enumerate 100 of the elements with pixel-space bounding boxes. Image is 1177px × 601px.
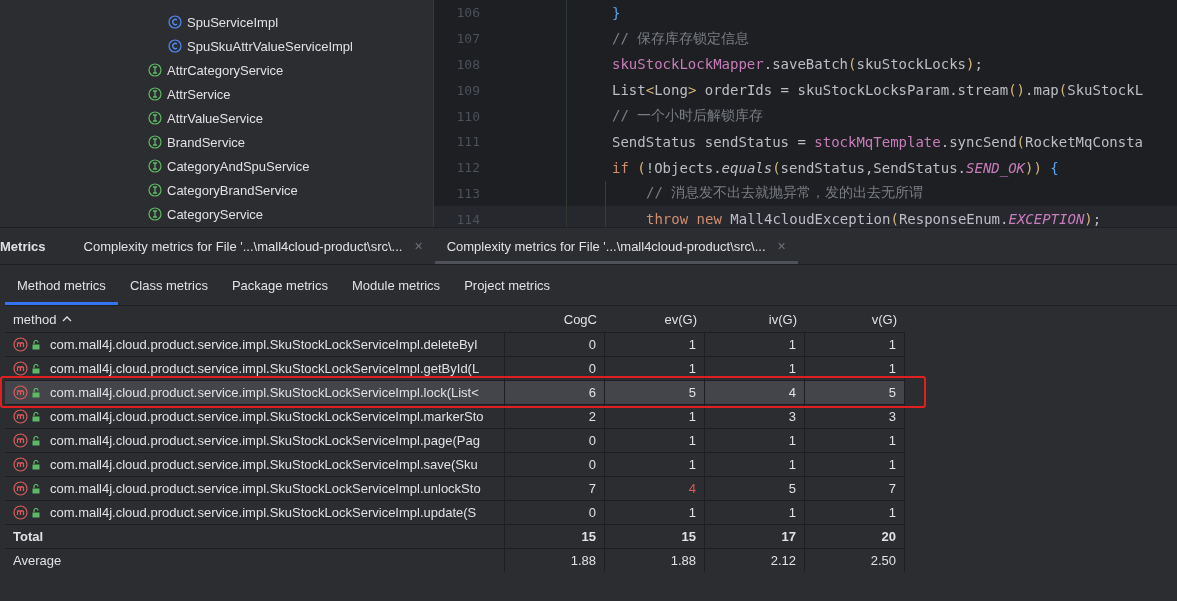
metric-cell: 0 xyxy=(505,428,605,452)
public-access-icon xyxy=(32,387,40,398)
code-line: } xyxy=(611,4,621,21)
metric-cell: 5 xyxy=(805,380,905,404)
metric-cell: 0 xyxy=(505,500,605,524)
code-line: SendStatus sendStatus = stockMqTemplate.syncSend(RocketMqConsta xyxy=(611,133,1144,150)
interface-icon xyxy=(148,183,162,197)
public-access-icon xyxy=(32,363,40,374)
metric-cell: 4 xyxy=(605,476,705,500)
metrics-subtab[interactable]: Module metrics xyxy=(340,265,453,305)
public-access-icon xyxy=(32,411,40,422)
code-line: // 一个小时后解锁库存 xyxy=(611,107,764,126)
code-line: // 保存库存锁定信息 xyxy=(611,29,750,48)
metrics-subtab[interactable]: Project metrics xyxy=(452,265,563,305)
method-icon xyxy=(13,409,28,424)
method-icon xyxy=(13,433,28,448)
method-name: com.mall4j.cloud.product.service.impl.SkuStockLockServiceImpl.update(S xyxy=(50,505,477,520)
summary-cell: 20 xyxy=(805,524,905,548)
summary-cell: 17 xyxy=(705,524,805,548)
method-cell[interactable]: com.mall4j.cloud.product.service.impl.SkuStockLockServiceImpl.page(Pag xyxy=(5,428,505,452)
method-cell[interactable]: com.mall4j.cloud.product.service.impl.SkuStockLockServiceImpl.update(S xyxy=(5,500,505,524)
interface-icon xyxy=(148,87,162,101)
metric-cell: 1 xyxy=(605,332,705,356)
method-cell[interactable]: com.mall4j.cloud.product.service.impl.SkuStockLockServiceImpl.lock(List< xyxy=(5,380,505,404)
method-name: com.mall4j.cloud.product.service.impl.SkuStockLockServiceImpl.lock(List< xyxy=(50,385,479,400)
metric-cell: 1 xyxy=(605,404,705,428)
metric-cell: 0 xyxy=(505,452,605,476)
summary-cell: 2.50 xyxy=(805,548,905,572)
method-name: com.mall4j.cloud.product.service.impl.SkuStockLockServiceImpl.page(Pag xyxy=(50,433,480,448)
metric-cell: 0 xyxy=(505,356,605,380)
summary-cell: 2.12 xyxy=(705,548,805,572)
method-cell[interactable]: com.mall4j.cloud.product.service.impl.SkuStockLockServiceImpl.getById(L xyxy=(5,356,505,380)
method-icon xyxy=(13,457,28,472)
tree-item[interactable]: SpuSkuAttrValueServiceImpl xyxy=(0,34,433,58)
method-name: com.mall4j.cloud.product.service.impl.SkuStockLockServiceImpl.markerSto xyxy=(50,409,484,424)
tree-item[interactable]: AttrCategoryService xyxy=(0,58,433,82)
public-access-icon xyxy=(32,483,40,494)
method-icon xyxy=(13,337,28,352)
method-cell[interactable]: com.mall4j.cloud.product.service.impl.SkuStockLockServiceImpl.save(Sku xyxy=(5,452,505,476)
metric-cell: 1 xyxy=(805,428,905,452)
metric-cell: 1 xyxy=(705,356,805,380)
metric-cell: 1 xyxy=(805,452,905,476)
metric-cell: 0 xyxy=(505,332,605,356)
metrics-subtab[interactable]: Class metrics xyxy=(117,265,220,305)
interface-icon xyxy=(148,63,162,77)
metric-cell: 5 xyxy=(705,476,805,500)
public-access-icon xyxy=(32,339,40,350)
method-name: com.mall4j.cloud.product.service.impl.SkuStockLockServiceImpl.getById(L xyxy=(50,361,480,376)
tree-item[interactable]: CategoryAndSpuService xyxy=(0,154,433,178)
column-header[interactable]: ev(G) xyxy=(605,306,705,332)
column-header[interactable]: iv(G) xyxy=(705,306,805,332)
metrics-tab[interactable]: Complexity metrics for File '...\mall4cloud-product\src\... × xyxy=(71,228,435,264)
code-line: List<Long> orderIds = skuStockLocksParam.stream().map(SkuStockL xyxy=(611,82,1144,99)
method-cell[interactable]: com.mall4j.cloud.product.service.impl.SkuStockLockServiceImpl.markerSto xyxy=(5,404,505,428)
method-cell[interactable]: com.mall4j.cloud.product.service.impl.SkuStockLockServiceImpl.unlockSto xyxy=(5,476,505,500)
metric-cell: 1 xyxy=(805,356,905,380)
column-header[interactable]: CogC xyxy=(505,306,605,332)
metric-cell: 1 xyxy=(805,500,905,524)
metrics-tab[interactable]: Complexity metrics for File '...\mall4cloud-product\src\... × xyxy=(434,228,798,264)
code-line: skuStockLockMapper.saveBatch(skuStockLocks); xyxy=(611,56,983,73)
metric-cell: 1 xyxy=(705,452,805,476)
metric-cell: 4 xyxy=(705,380,805,404)
method-icon xyxy=(13,385,28,400)
class-icon xyxy=(168,39,182,53)
column-header[interactable]: v(G) xyxy=(805,306,905,332)
tree-item[interactable]: AttrService xyxy=(0,82,433,106)
method-icon xyxy=(13,505,28,520)
tree-item[interactable]: CategoryBrandService xyxy=(0,178,433,202)
tree-item[interactable]: SpuServiceImpl xyxy=(0,10,433,34)
metric-cell: 5 xyxy=(605,380,705,404)
metric-cell: 1 xyxy=(605,500,705,524)
public-access-icon xyxy=(32,435,40,446)
public-access-icon xyxy=(32,459,40,470)
metric-cell: 1 xyxy=(705,428,805,452)
interface-icon xyxy=(148,135,162,149)
metrics-subtab[interactable]: Method metrics xyxy=(5,265,118,305)
metric-cell: 3 xyxy=(805,404,905,428)
metric-cell: 1 xyxy=(605,356,705,380)
metric-cell: 7 xyxy=(505,476,605,500)
method-icon xyxy=(13,361,28,376)
metric-cell: 1 xyxy=(605,428,705,452)
method-cell[interactable]: com.mall4j.cloud.product.service.impl.SkuStockLockServiceImpl.deleteByI xyxy=(5,332,505,356)
metrics-subtab[interactable]: Package metrics xyxy=(219,265,340,305)
metric-cell: 6 xyxy=(505,380,605,404)
interface-icon xyxy=(148,111,162,125)
tree-item[interactable]: AttrValueService xyxy=(0,106,433,130)
code-line: if (!Objects.equals(sendStatus,SendStatus.SEND_OK)) { xyxy=(611,159,1059,176)
metric-cell: 2 xyxy=(505,404,605,428)
metric-cell: 1 xyxy=(805,332,905,356)
public-access-icon xyxy=(32,507,40,518)
summary-cell: 1.88 xyxy=(505,548,605,572)
summary-cell: 15 xyxy=(505,524,605,548)
column-header[interactable]: method xyxy=(5,306,505,332)
method-icon xyxy=(13,481,28,496)
sort-ascending-icon xyxy=(62,316,73,322)
tree-item[interactable]: BrandService xyxy=(0,130,433,154)
metric-cell: 3 xyxy=(705,404,805,428)
summary-cell: 1.88 xyxy=(605,548,705,572)
summary-label: Total xyxy=(5,524,505,548)
tree-item[interactable]: CategoryService xyxy=(0,202,433,226)
